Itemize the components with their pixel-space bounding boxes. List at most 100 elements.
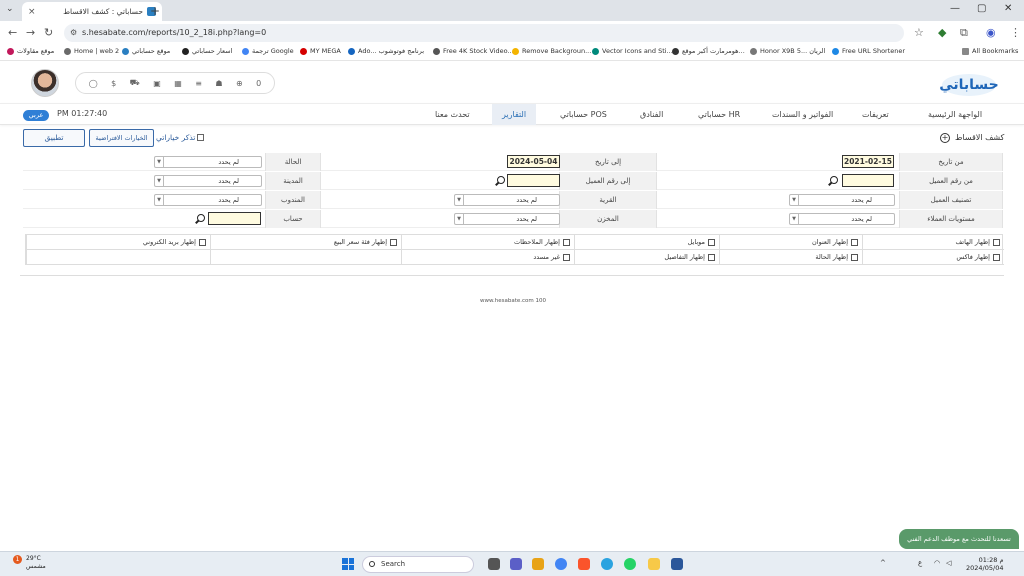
checkbox[interactable]: [993, 238, 1000, 246]
avatar[interactable]: [31, 69, 59, 97]
bookmark-item[interactable]: Free 4K Stock Video...: [433, 47, 514, 55]
option-show-email[interactable]: إظهار بريد الكتروني: [26, 235, 210, 250]
language-button[interactable]: عربي: [23, 110, 49, 121]
to-date-input[interactable]: 2024-05-04: [507, 155, 560, 168]
checkbox[interactable]: [563, 253, 570, 261]
new-tab-icon[interactable]: +: [150, 4, 160, 18]
reload-icon[interactable]: ↻: [44, 26, 53, 39]
option-show-details[interactable]: إظهار التفاصيل: [574, 250, 719, 265]
forward-icon[interactable]: →: [26, 26, 35, 39]
menu-chat[interactable]: تحدث معنا: [435, 104, 470, 125]
option-show-fax[interactable]: إظهار فاكس: [862, 250, 1004, 265]
from-client-input[interactable]: [842, 174, 894, 187]
rep-select[interactable]: ▼ لم يحدد: [154, 194, 262, 206]
tray-chevron-icon[interactable]: ^: [880, 559, 886, 567]
apply-button[interactable]: تطبيق: [23, 129, 85, 147]
checkbox[interactable]: [708, 238, 715, 246]
word-icon[interactable]: [671, 558, 683, 570]
telegram-icon[interactable]: [601, 558, 613, 570]
bookmark-item[interactable]: ترجمة Google: [242, 47, 294, 55]
client-class-select[interactable]: ▼ لم يحدد: [789, 194, 895, 206]
zero-badge-icon[interactable]: 0: [256, 79, 261, 88]
bookmark-item[interactable]: Honor X9B 5... الريان: [750, 47, 825, 55]
box-icon[interactable]: ▦: [174, 79, 182, 88]
extensions-puzzle-icon[interactable]: ⧉: [960, 26, 968, 40]
menu-hr[interactable]: حساباتي HR: [698, 104, 740, 125]
menu-home[interactable]: الواجهة الرئيسية: [928, 104, 982, 125]
weather-widget[interactable]: 29°C مشمس: [26, 555, 46, 571]
whatsapp-icon[interactable]: [624, 558, 636, 570]
bookmark-item[interactable]: Vector Icons and Sti...: [592, 47, 673, 55]
menu-hotels[interactable]: الفنادق: [640, 104, 663, 125]
robot-icon[interactable]: ☗: [215, 79, 222, 88]
option-show-address[interactable]: إظهار العنوان: [719, 235, 862, 250]
checkbox[interactable]: [390, 238, 397, 246]
user-circle-icon[interactable]: ◯: [89, 79, 98, 88]
url-field[interactable]: ⚙ s.hesabate.com/reports/10_2_18i.php?la…: [64, 24, 904, 42]
support-chat-button[interactable]: تسعدنا للتحدث مع موظف الدعم الفني: [899, 529, 1019, 549]
checkbox[interactable]: [851, 238, 858, 246]
volume-icon[interactable]: ◁: [946, 559, 951, 567]
checkbox[interactable]: [993, 253, 1000, 261]
checkbox[interactable]: [563, 238, 570, 246]
village-select[interactable]: ▼ لم يحدد: [454, 194, 560, 206]
tab-close-icon[interactable]: ×: [28, 7, 36, 17]
checkbox[interactable]: [851, 253, 858, 261]
extension-icon[interactable]: ◆: [938, 26, 946, 39]
hesabate-logo[interactable]: حساباتي: [940, 65, 998, 99]
maximize-icon[interactable]: ▢: [977, 3, 986, 14]
bookmark-item[interactable]: Free URL Shortener: [832, 47, 905, 55]
taskbar-clock[interactable]: 01:28 م 2024/05/04: [966, 556, 1003, 572]
city-select[interactable]: ▼ لم يحدد: [154, 175, 262, 187]
status-select[interactable]: ▼ لم يحدد: [154, 156, 262, 168]
taskbar-search[interactable]: Search: [362, 556, 474, 573]
bus-icon[interactable]: ▣: [153, 79, 161, 88]
teams-icon[interactable]: [510, 558, 522, 570]
plus-circle-icon[interactable]: ⊕: [236, 79, 243, 88]
option-show-price-tier[interactable]: إظهار فئة سعر البيع: [210, 235, 401, 250]
option-unpaid[interactable]: غير مسدد: [401, 250, 574, 265]
coins-icon[interactable]: ≡: [195, 79, 202, 88]
remember-choices[interactable]: تذكر خياراتي: [156, 133, 205, 142]
from-date-input[interactable]: 2021-02-15: [842, 155, 894, 168]
bookmark-item[interactable]: موقع مقاولات: [7, 47, 54, 55]
option-show-notes[interactable]: إظهار الملاحظات: [401, 235, 574, 250]
back-icon[interactable]: ←: [8, 26, 17, 39]
file-explorer-icon[interactable]: [648, 558, 660, 570]
checkbox[interactable]: [708, 253, 715, 261]
store-select[interactable]: ▼ لم يحدد: [454, 213, 560, 225]
menu-definitions[interactable]: تعريفات: [862, 104, 889, 125]
search-icon[interactable]: [830, 176, 838, 184]
bookmark-item[interactable]: MY MEGA: [300, 47, 341, 55]
remember-checkbox[interactable]: [197, 134, 205, 141]
bookmark-item[interactable]: موقع حساباتي: [122, 47, 170, 55]
windows-start-icon[interactable]: [342, 558, 354, 570]
site-info-icon[interactable]: ⚙: [70, 24, 77, 42]
chrome-icon[interactable]: [555, 558, 567, 570]
menu-pos[interactable]: حساباتي POS: [560, 104, 607, 125]
browser-menu-icon[interactable]: ⋮: [1010, 26, 1021, 39]
to-client-input[interactable]: [507, 174, 560, 187]
search-icon[interactable]: [197, 214, 205, 222]
tab-search-icon[interactable]: ⌄: [6, 4, 14, 14]
star-icon[interactable]: ☆: [914, 26, 924, 39]
close-window-icon[interactable]: ✕: [1004, 3, 1012, 14]
search-icon[interactable]: [497, 176, 505, 184]
brave-icon[interactable]: [578, 558, 590, 570]
bookmark-item[interactable]: اسعار حساباتي: [182, 47, 232, 55]
profile-icon[interactable]: ◉: [986, 26, 996, 39]
bookmark-item[interactable]: Remove Backgroun...: [512, 47, 591, 55]
dollar-icon[interactable]: $: [111, 79, 116, 88]
client-levels-select[interactable]: ▼ لم يحدد: [789, 213, 895, 225]
add-icon[interactable]: +: [940, 133, 950, 143]
bookmark-item[interactable]: Ado... برنامج فوتوشوب: [348, 47, 424, 55]
task-view-icon[interactable]: [488, 558, 500, 570]
input-language[interactable]: ع: [918, 559, 922, 567]
bookmark-item[interactable]: Home | web 2: [64, 47, 119, 55]
checkbox[interactable]: [199, 238, 206, 246]
bookmark-item[interactable]: هومرمارت أكبر موقع...: [672, 47, 745, 55]
app-icon[interactable]: [532, 558, 544, 570]
option-mobile[interactable]: موبايل: [574, 235, 719, 250]
defaults-button[interactable]: الخيارات الافتراضية: [89, 129, 154, 147]
browser-tab-active[interactable]: حساباتي : كشف الاقساط ×: [22, 2, 162, 21]
